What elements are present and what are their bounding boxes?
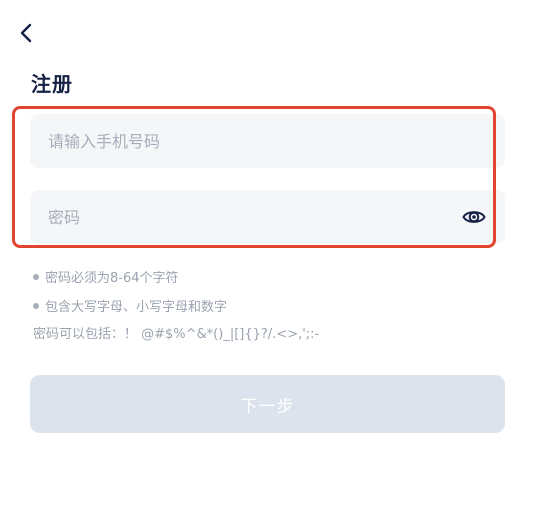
chevron-left-icon	[20, 23, 32, 43]
rule-text: 密码必须为8-64个字符	[45, 271, 179, 286]
rule-character-types: 包含大写字母、小写字母和数字	[33, 291, 319, 320]
bullet-icon	[33, 302, 39, 309]
page-title: 注册	[31, 72, 73, 96]
bullet-icon	[33, 273, 39, 280]
phone-field[interactable]	[30, 114, 505, 168]
rule-length: 密码必须为8-64个字符	[33, 262, 319, 291]
rule-allowed-characters: 密码可以包括：！ @#$%^&*()_|[]{}?/.<>,';:-	[33, 326, 320, 342]
phone-input[interactable]	[48, 131, 491, 151]
back-button[interactable]	[14, 20, 38, 46]
password-visibility-toggle[interactable]	[461, 204, 487, 230]
password-rules: 密码必须为8-64个字符 包含大写字母、小写字母和数字 密码可以包括：！ @#$…	[33, 262, 319, 344]
password-field[interactable]	[30, 190, 505, 244]
rule-text: 包含大写字母、小写字母和数字	[45, 300, 228, 315]
password-input[interactable]	[48, 207, 461, 227]
next-step-button[interactable]: 下一步	[30, 375, 505, 433]
eye-icon	[462, 211, 486, 223]
